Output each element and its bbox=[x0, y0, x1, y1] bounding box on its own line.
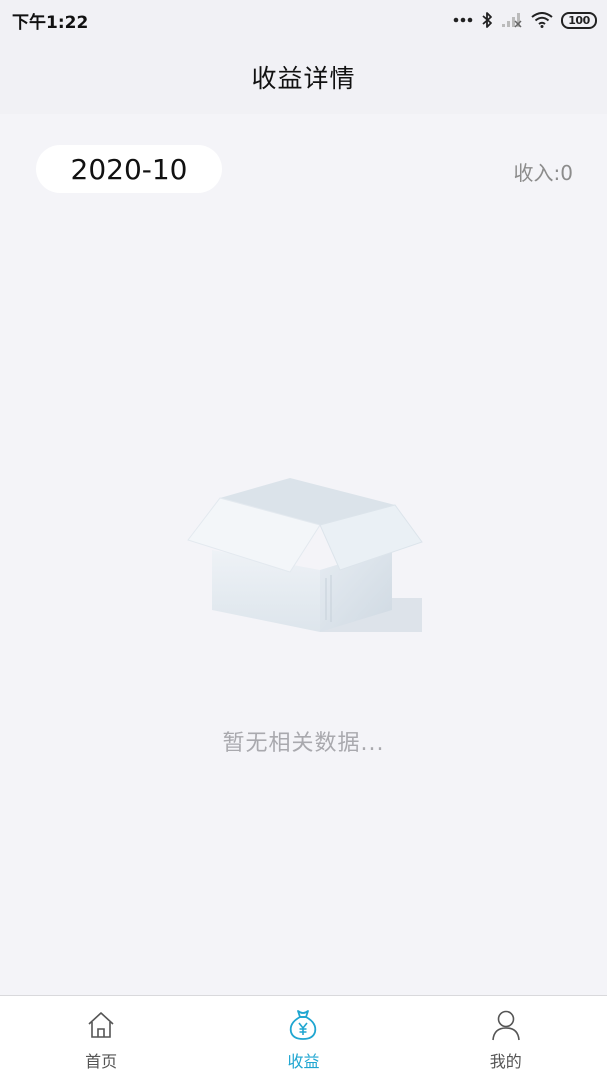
month-selector[interactable]: 2020-10 bbox=[36, 145, 222, 193]
page-title: 收益详情 bbox=[251, 64, 356, 93]
bottom-nav: 首页 收益 我的 bbox=[0, 995, 607, 1080]
more-dots-icon bbox=[453, 17, 473, 23]
month-value: 2020-10 bbox=[70, 152, 188, 186]
status-time: 下午1:22 bbox=[12, 12, 89, 33]
page-header: 收益详情 bbox=[0, 40, 607, 114]
money-bag-icon bbox=[286, 1008, 320, 1042]
bluetooth-icon bbox=[481, 11, 493, 29]
nav-item-home[interactable]: 首页 bbox=[0, 996, 202, 1080]
nav-item-profile[interactable]: 我的 bbox=[405, 996, 607, 1080]
status-icons: 100 bbox=[453, 11, 597, 29]
app-screen: 下午1:22 100 收益详情 2020-10 收入:0 暂无相关数据... 首… bbox=[0, 0, 607, 1080]
nav-label-home: 首页 bbox=[85, 1052, 118, 1071]
wifi-icon bbox=[531, 12, 553, 28]
income-label: 收入: bbox=[513, 161, 561, 185]
status-bar: 下午1:22 100 bbox=[0, 0, 607, 40]
nav-label-profile: 我的 bbox=[489, 1052, 522, 1071]
income-summary: 收入:0 bbox=[514, 157, 573, 186]
nav-item-earnings[interactable]: 收益 bbox=[202, 996, 404, 1080]
empty-state-message: 暂无相关数据... bbox=[222, 731, 385, 756]
nav-label-earnings: 收益 bbox=[287, 1052, 320, 1071]
empty-box-icon bbox=[180, 470, 430, 640]
battery-icon: 100 bbox=[561, 11, 597, 29]
signal-icon bbox=[501, 12, 523, 28]
income-value: 0 bbox=[560, 161, 573, 185]
home-icon bbox=[84, 1008, 118, 1042]
person-icon bbox=[489, 1008, 523, 1042]
